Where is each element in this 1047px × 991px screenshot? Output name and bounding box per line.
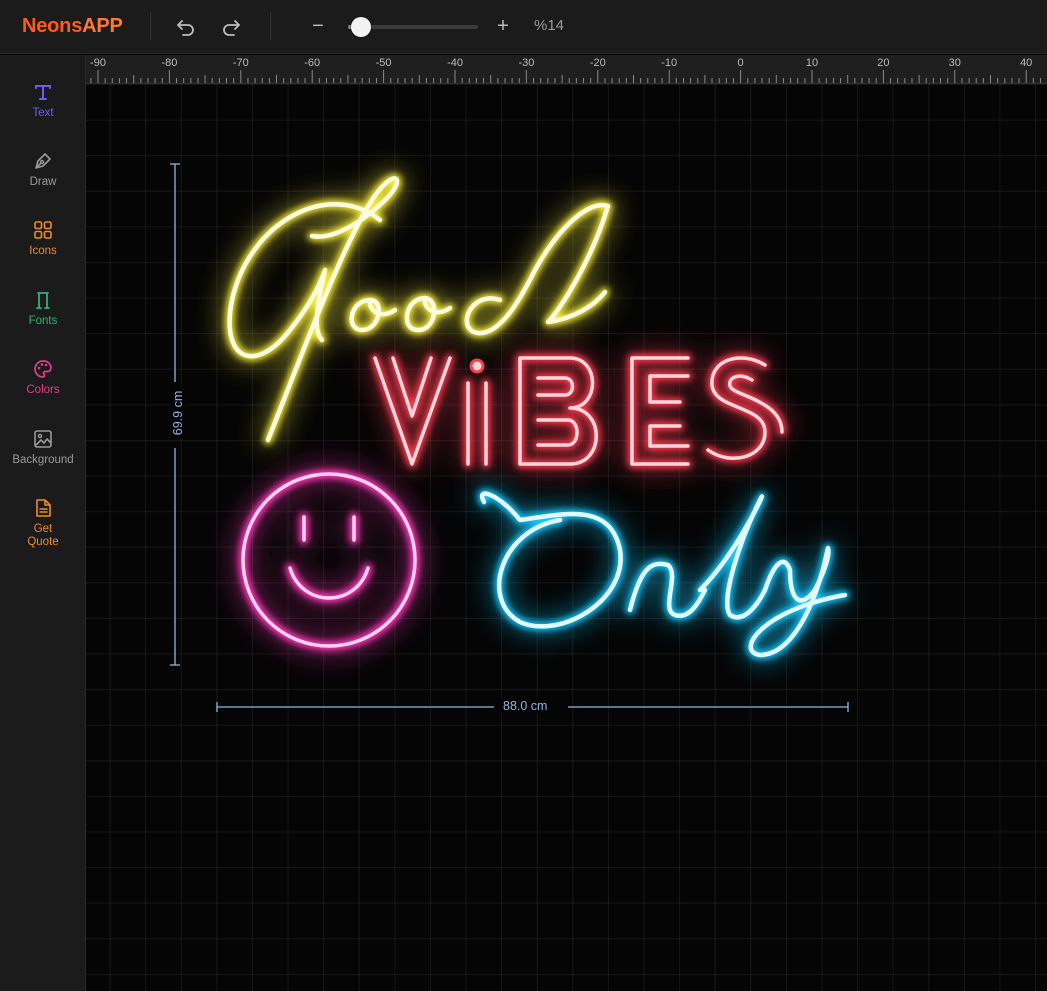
ruler-tick-label: -70 bbox=[232, 57, 249, 69]
text-icon bbox=[35, 85, 51, 100]
ruler-tick-label: -80 bbox=[161, 57, 178, 69]
zoom-slider[interactable] bbox=[348, 17, 478, 37]
zoom-slider-handle[interactable] bbox=[351, 17, 371, 37]
neon-smiley-icon[interactable] bbox=[238, 469, 420, 651]
document-icon bbox=[36, 499, 51, 517]
horizontal-ruler: -90 -80 -70 -60 -50 -40 -30 -20 -10 0 10 20 30 40 bbox=[86, 55, 1047, 84]
ruler-tick-label: 40 bbox=[1020, 57, 1033, 69]
ruler-tick-label: 20 bbox=[877, 57, 890, 69]
ruler-tick-label: -50 bbox=[375, 57, 392, 69]
sidebar-item-label: Draw bbox=[29, 176, 57, 188]
logo-text-primary: Neons bbox=[22, 15, 83, 37]
ruler-tick-label: -90 bbox=[90, 57, 106, 69]
sidebar-item-label: Icons bbox=[29, 245, 57, 257]
ruler-tick-label: 30 bbox=[948, 57, 961, 69]
app-logo[interactable]: NeonsAPP bbox=[22, 15, 123, 38]
sidebar-item-label: Background bbox=[12, 454, 74, 466]
sidebar-item-text[interactable]: Text bbox=[0, 81, 86, 141]
vibes-i-dot bbox=[469, 358, 485, 374]
sidebar-item-icons[interactable]: Icons bbox=[0, 219, 86, 279]
redo-icon bbox=[223, 20, 240, 36]
undo-button[interactable] bbox=[171, 12, 201, 42]
height-dimension-label: 69.9 cm bbox=[171, 386, 186, 440]
top-toolbar: NeonsAPP − + %14 bbox=[0, 0, 1047, 54]
neon-design[interactable] bbox=[86, 84, 1047, 991]
design-canvas[interactable]: 69.9 cm 88.0 cm bbox=[86, 84, 1047, 991]
toolbar-divider bbox=[270, 12, 271, 40]
sidebar-item-draw[interactable]: Draw bbox=[0, 150, 86, 210]
ruler-tick-label: 10 bbox=[805, 57, 819, 69]
redo-button[interactable] bbox=[216, 12, 246, 42]
sidebar-item-get-quote[interactable]: Get Quote bbox=[0, 497, 86, 567]
pen-icon bbox=[35, 153, 51, 169]
sidebar-item-label: Text bbox=[32, 107, 54, 119]
zoom-out-button[interactable]: − bbox=[308, 14, 328, 38]
sidebar-item-label: Colors bbox=[26, 384, 60, 396]
width-dimension-label: 88.0 cm bbox=[499, 699, 552, 713]
palette-icon bbox=[34, 360, 52, 378]
image-icon bbox=[34, 430, 52, 448]
sidebar-item-label: Fonts bbox=[28, 315, 58, 327]
undo-icon bbox=[177, 20, 194, 36]
neon-text-vibes[interactable] bbox=[371, 353, 786, 468]
logo-text-secondary: APP bbox=[82, 15, 123, 37]
ruler-tick-label: -40 bbox=[447, 57, 463, 69]
toolbar-divider bbox=[150, 12, 151, 40]
ruler-tick-label: 0 bbox=[737, 57, 744, 69]
zoom-in-button[interactable]: + bbox=[493, 14, 513, 38]
ruler-tick-label: -30 bbox=[518, 57, 535, 69]
ruler-tick-label: -60 bbox=[304, 57, 321, 69]
ruler-tick-label: -20 bbox=[589, 57, 606, 69]
sidebar-item-label: Get Quote bbox=[27, 523, 59, 548]
grid-icon bbox=[34, 221, 52, 239]
font-icon bbox=[36, 292, 50, 309]
ruler-tick-label: -10 bbox=[661, 57, 678, 69]
sidebar-item-colors[interactable]: Colors bbox=[0, 358, 86, 418]
ruler-ticks bbox=[90, 70, 1041, 83]
tool-sidebar: Text Draw Icons Fonts Colors Background … bbox=[0, 55, 86, 991]
sidebar-item-background[interactable]: Background bbox=[0, 428, 86, 488]
neon-text-only[interactable] bbox=[477, 489, 850, 660]
sidebar-item-fonts[interactable]: Fonts bbox=[0, 289, 86, 349]
zoom-percentage: %14 bbox=[534, 17, 565, 34]
